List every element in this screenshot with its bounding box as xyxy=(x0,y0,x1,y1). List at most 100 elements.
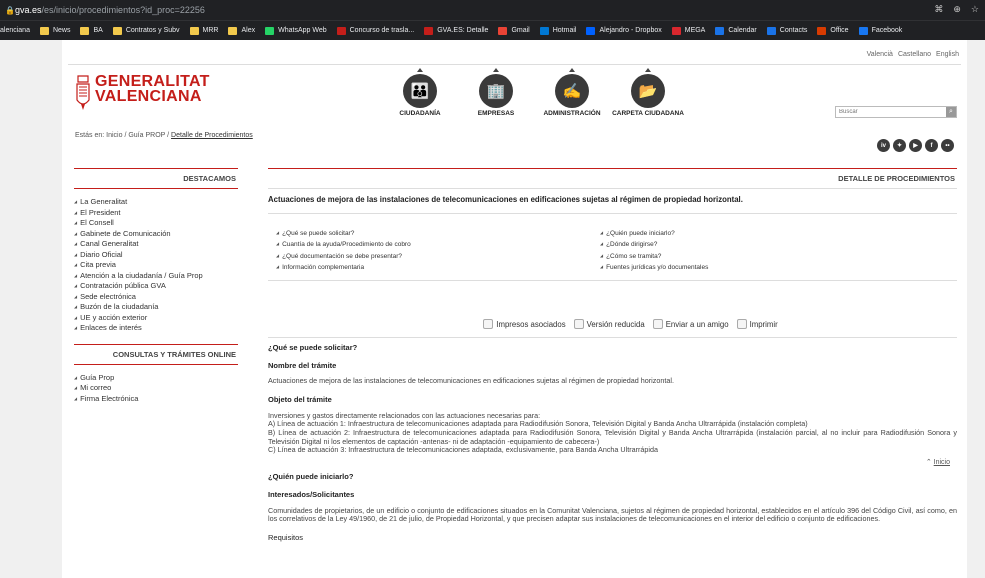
logo-line1: GENERALITAT xyxy=(95,73,210,90)
sidebar-item[interactable]: El President xyxy=(74,208,238,219)
lang-castellano[interactable]: Castellano xyxy=(898,51,931,58)
sidebar-item[interactable]: Mi correo xyxy=(74,383,238,394)
sidebar-item[interactable]: Enlaces de interés xyxy=(74,323,238,334)
sidebar-item[interactable]: Firma Electrónica xyxy=(74,394,238,405)
main-content: DETALLE DE PROCEDIMIENTOS Actuaciones de… xyxy=(268,168,957,542)
toc-link[interactable]: ¿Dónde dirigirse? xyxy=(600,239,930,250)
bookmark-label: WhatsApp Web xyxy=(278,27,327,34)
toc-link[interactable]: ¿Cómo se tramita? xyxy=(600,251,930,262)
nav-label: CIUDADANÍA xyxy=(399,110,441,117)
objeto-text: Inversiones y gastos directamente relaci… xyxy=(268,410,957,455)
nav-administracion[interactable]: ✍ ADMINISTRACIÓN xyxy=(534,68,610,117)
sidebar-item[interactable]: Guía Prop xyxy=(74,373,238,384)
bookmark-item[interactable]: BA xyxy=(80,26,103,35)
breadcrumb-current[interactable]: Detalle de Procedimientos xyxy=(171,132,253,139)
back-to-top-link[interactable]: ⌃ Inicio xyxy=(926,458,950,466)
bookmark-label: Hotmail xyxy=(552,27,577,34)
youtube-icon[interactable]: ▶ xyxy=(909,139,922,152)
nombre-label: Nombre del trámite xyxy=(268,361,337,371)
logo-line2: VALENCIANA xyxy=(95,88,202,105)
bookmark-icon xyxy=(80,26,90,35)
sidebar-item[interactable]: Sede electrónica xyxy=(74,292,238,303)
bookmark-item[interactable]: Office xyxy=(817,26,849,35)
bookmark-item[interactable]: Concurso de trasla... xyxy=(336,26,415,35)
imprimir-link[interactable]: Imprimir xyxy=(736,319,778,330)
bookmark-item[interactable]: MRR xyxy=(189,26,218,35)
search-input[interactable] xyxy=(836,107,946,117)
nav-label: ADMINISTRACIÓN xyxy=(543,110,601,117)
bookmark-icon xyxy=(265,26,275,35)
breadcrumb-home[interactable]: Inicio xyxy=(106,132,122,139)
nav-empresas[interactable]: 🏢 EMPRESAS xyxy=(458,68,534,117)
bookmark-item[interactable]: Contratos y Subv xyxy=(112,26,180,35)
nav-ciudadania[interactable]: 👪 CIUDADANÍA xyxy=(382,68,458,117)
bookmark-label: Concurso de trasla... xyxy=(349,27,415,34)
bookmark-label: News xyxy=(52,27,71,34)
toc-link[interactable]: ¿Qué se puede solicitar? xyxy=(276,228,600,239)
sidebar: DESTACAMOS La GeneralitatEl PresidentEl … xyxy=(74,168,238,404)
bookmark-item[interactable]: MEGA xyxy=(671,26,705,35)
bookmark-item[interactable]: GVA.ES: Detalle xyxy=(424,26,489,35)
toc-link[interactable]: ¿Quién puede iniciarlo? xyxy=(600,228,930,239)
lang-english[interactable]: English xyxy=(936,51,959,58)
toc-link[interactable]: Cuantía de la ayuda/Procedimiento de cob… xyxy=(276,239,600,250)
bookmark-icon xyxy=(336,26,346,35)
printer-icon xyxy=(736,319,747,330)
star-icon[interactable]: ☆ xyxy=(971,4,979,15)
bookmark-icon xyxy=(671,26,681,35)
nombre-text: Actuaciones de mejora de las instalacion… xyxy=(268,376,674,386)
nav-label: EMPRESAS xyxy=(477,110,515,117)
bookmark-item[interactable]: Gmail xyxy=(498,26,530,35)
toc-link[interactable]: Información complementaria xyxy=(276,262,600,273)
nav-carpeta-ciudadana[interactable]: 📂 CARPETA CIUDADANA xyxy=(610,68,686,117)
sidebar-item[interactable]: Contratación pública GVA xyxy=(74,281,238,292)
sidebar-item[interactable]: Buzón de la ciudadanía xyxy=(74,302,238,313)
bookmark-item[interactable]: News xyxy=(39,26,71,35)
bookmark-label: Alex xyxy=(241,27,256,34)
bookmark-label: Contacts xyxy=(779,27,808,34)
nav-label: CARPETA CIUDADANA xyxy=(612,110,684,117)
sidebar-item[interactable]: Diario Oficial xyxy=(74,250,238,261)
bookmark-item[interactable]: Facebook xyxy=(858,26,902,35)
bookmark-icon xyxy=(539,26,549,35)
enviar-amigo-link[interactable]: Enviar a un amigo xyxy=(652,319,729,330)
sidebar-item[interactable]: Gabinete de Comunicación xyxy=(74,229,238,240)
facebook-icon[interactable]: f xyxy=(925,139,938,152)
bookmark-item[interactable]: Alex xyxy=(228,26,256,35)
bookmark-item[interactable]: Contacts xyxy=(766,26,808,35)
procedure-title: Actuaciones de mejora de las instalacion… xyxy=(268,195,743,204)
lang-valencia[interactable]: Valencià xyxy=(867,51,893,58)
sidebar-item[interactable]: Cita previa xyxy=(74,260,238,271)
bookmark-label: Gmail xyxy=(511,27,530,34)
bookmark-item[interactable]: Alejandro - Dropbox xyxy=(586,26,662,35)
sidebar-item[interactable]: Canal Generalitat xyxy=(74,239,238,250)
destacamos-list: La GeneralitatEl PresidentEl ConsellGabi… xyxy=(74,197,238,334)
impresos-link[interactable]: Impresos asociados xyxy=(483,319,566,330)
bookmark-item[interactable]: Calendar xyxy=(715,26,757,35)
bookmark-item[interactable]: WhatsApp Web xyxy=(265,26,327,35)
sidebar-item[interactable]: El Consell xyxy=(74,218,238,229)
version-reducida-link[interactable]: Versión reducida xyxy=(573,319,645,330)
breadcrumb-prefix: Estás en: xyxy=(75,132,105,139)
social-links: iv ✦ ▶ f •• xyxy=(877,139,954,152)
toc-link[interactable]: ¿Qué documentación se debe presentar? xyxy=(276,251,600,262)
twitter-icon[interactable]: ✦ xyxy=(893,139,906,152)
zoom-icon[interactable]: ⊕ xyxy=(953,4,961,15)
toc-link[interactable]: Fuentes jurídicas y/o documentales xyxy=(600,262,930,273)
sidebar-item[interactable]: UE y acción exterior xyxy=(74,313,238,324)
bookmark-item[interactable]: alenciana xyxy=(0,27,30,34)
extensions-icon[interactable]: ⌘ xyxy=(934,4,943,15)
bookmark-item[interactable]: Hotmail xyxy=(539,26,577,35)
document-icon xyxy=(483,319,494,330)
search-icon[interactable]: ⌕ xyxy=(946,107,956,117)
flickr-icon[interactable]: •• xyxy=(941,139,954,152)
address-bar[interactable]: 🔒 gva.es/es/inicio/procedimientos?id_pro… xyxy=(0,0,985,20)
bookmark-label: Alejandro - Dropbox xyxy=(599,27,662,34)
sidebar-item[interactable]: Atención a la ciudadanía / Guía Prop xyxy=(74,271,238,282)
breadcrumb-guia[interactable]: Guía PROP xyxy=(128,132,165,139)
bookmark-icon xyxy=(498,26,508,35)
gva-logo[interactable]: GENERALITAT VALENCIANA xyxy=(75,74,210,112)
tv-icon[interactable]: iv xyxy=(877,139,890,152)
bookmark-label: GVA.ES: Detalle xyxy=(437,27,489,34)
sidebar-item[interactable]: La Generalitat xyxy=(74,197,238,208)
